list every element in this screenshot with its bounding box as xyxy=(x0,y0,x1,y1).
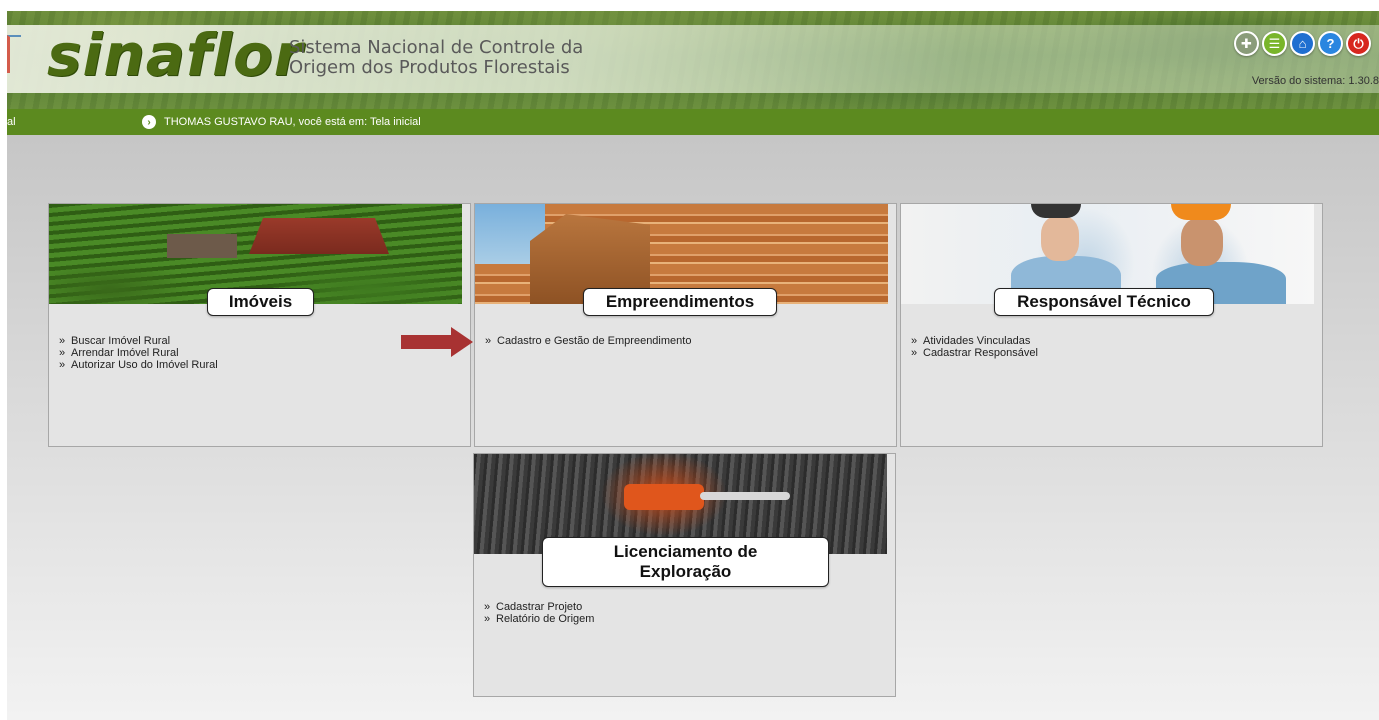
link-buscar-imovel[interactable]: » Buscar Imóvel Rural xyxy=(57,335,218,347)
header-banner: sinaflor Sistema Nacional de Controle da… xyxy=(7,11,1379,109)
nav-bar: al › THOMAS GUSTAVO RAU, você está em: T… xyxy=(7,109,1379,135)
card-imoveis: Imóveis » Buscar Imóvel Rural » Arrendar I… xyxy=(48,203,471,447)
gov-logo-fragment xyxy=(7,35,21,73)
system-tagline: Sistema Nacional de Controle da Origem d… xyxy=(289,38,629,78)
nav-crumb[interactable]: al xyxy=(7,116,16,128)
person-2-face xyxy=(1181,218,1223,266)
user-location-text: THOMAS GUSTAVO RAU, você está em: Tela i… xyxy=(164,116,421,128)
person-1-hair xyxy=(1031,204,1081,218)
barn-roof-shape xyxy=(249,218,389,254)
link-cadastro-gestao[interactable]: » Cadastro e Gestão de Empreendimento xyxy=(483,335,691,347)
hard-hat-shape xyxy=(1171,204,1231,220)
card-licenciamento: Licenciamento de Exploração » Cadastrar P… xyxy=(473,453,896,697)
system-version: Versão do sistema: 1.30.8 xyxy=(1251,75,1379,87)
house-shape xyxy=(167,234,237,258)
empreendimentos-link-list: » Cadastro e Gestão de Empreendimento xyxy=(483,335,691,347)
home-icon[interactable]: ⌂ xyxy=(1290,31,1315,56)
link-arrendar-imovel[interactable]: » Arrendar Imóvel Rural xyxy=(57,347,218,359)
tagline-line-1: Sistema Nacional de Controle da xyxy=(289,37,584,58)
plus-leaf-icon[interactable]: ✚ xyxy=(1234,31,1259,56)
person-1-face xyxy=(1041,216,1079,261)
card-title-responsavel[interactable]: Responsável Técnico xyxy=(994,288,1214,316)
help-icon[interactable]: ? xyxy=(1318,31,1343,56)
card-title-imoveis[interactable]: Imóveis xyxy=(207,288,314,316)
main-content: Imóveis » Buscar Imóvel Rural » Arrendar I… xyxy=(7,135,1379,720)
licenciamento-title-line-1: Licenciamento de xyxy=(613,542,758,561)
chainsaw-bar-shape xyxy=(700,492,790,500)
responsavel-link-list: » Atividades Vinculadas » Cadastrar Respon… xyxy=(909,335,1038,359)
chevron-right-icon: › xyxy=(142,115,156,129)
red-pointer-arrow-icon xyxy=(401,327,473,357)
imoveis-link-list: » Buscar Imóvel Rural » Arrendar Imóvel Ru… xyxy=(57,335,218,371)
link-atividades-vinculadas[interactable]: » Atividades Vinculadas xyxy=(909,335,1038,347)
top-icon-bar: ✚ ☰ ⌂ ? ⏻ xyxy=(1234,31,1371,56)
licenciamento-title-line-2: Exploração xyxy=(639,562,732,581)
list-icon[interactable]: ☰ xyxy=(1262,31,1287,56)
chainsaw-shape xyxy=(624,484,704,510)
link-cadastrar-responsavel[interactable]: » Cadastrar Responsável xyxy=(909,347,1038,359)
card-empreendimentos: Empreendimentos » Cadastro e Gestão de Em… xyxy=(474,203,897,447)
sinaflor-logo[interactable]: sinaflor xyxy=(47,25,303,85)
user-location: › THOMAS GUSTAVO RAU, você está em: Tela… xyxy=(142,113,421,131)
licenciamento-link-list: » Cadastrar Projeto » Relatório de Origem xyxy=(482,601,594,625)
card-title-licenciamento[interactable]: Licenciamento de Exploração xyxy=(542,537,829,587)
link-cadastrar-projeto[interactable]: » Cadastrar Projeto xyxy=(482,601,594,613)
card-responsavel-tecnico: Responsável Técnico » Atividades Vinculad… xyxy=(900,203,1323,447)
power-icon[interactable]: ⏻ xyxy=(1346,31,1371,56)
card-title-empreendimentos[interactable]: Empreendimentos xyxy=(583,288,777,316)
link-autorizar-uso[interactable]: » Autorizar Uso do Imóvel Rural xyxy=(57,359,218,371)
link-relatorio-origem[interactable]: » Relatório de Origem xyxy=(482,613,594,625)
tagline-line-2: Origem dos Produtos Florestais xyxy=(289,57,570,78)
